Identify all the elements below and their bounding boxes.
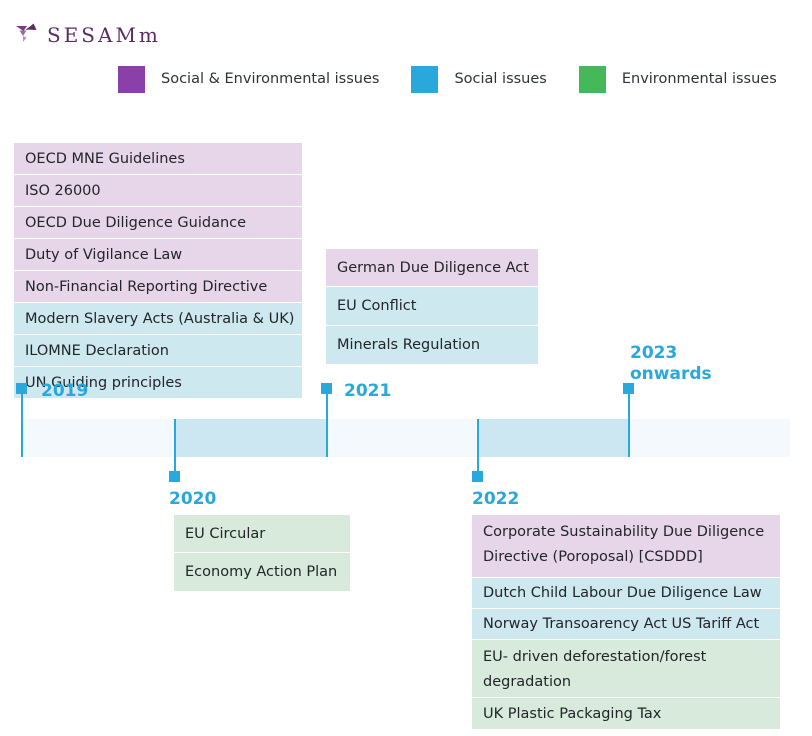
legend-label-social: Social issues <box>454 71 547 87</box>
timeline-year-2022: 2022 <box>472 489 520 509</box>
sesamm-bird-logo-icon <box>16 23 37 42</box>
event-block-2021: German Due Diligence Act EU Conflict Min… <box>326 249 538 365</box>
event-item: OECD Due Diligence Guidance <box>14 207 302 238</box>
event-item: Minerals Regulation <box>326 326 538 364</box>
event-item: Non-Financial Reporting Directive <box>14 271 302 302</box>
event-item: Duty of Vigilance Law <box>14 239 302 270</box>
timeline-connector-2023 <box>628 388 630 457</box>
legend-swatch-both <box>118 65 145 93</box>
legend-item-social: Social issues <box>411 65 547 93</box>
timeline-year-2023: 2023 onwards <box>630 343 712 384</box>
timeline-segment-2022-2023 <box>477 419 629 457</box>
event-block-2019: OECD MNE Guidelines ISO 26000 OECD Due D… <box>14 143 302 399</box>
event-item: Dutch Child Labour Due Diligence Law <box>472 578 780 608</box>
event-item: German Due Diligence Act <box>326 249 538 286</box>
event-item: EU- driven deforestation/forest degradat… <box>472 640 780 697</box>
timeline-connector-2021 <box>326 388 328 457</box>
legend-item-environmental: Environmental issues <box>578 65 777 93</box>
timeline-year-2019: 2019 <box>41 381 89 401</box>
timeline-connector-2020 <box>174 419 176 474</box>
legend-item-both: Social & Environmental issues <box>118 65 380 93</box>
event-item: ILOMNE Declaration <box>14 335 302 366</box>
legend-label-both: Social & Environmental issues <box>161 71 380 87</box>
timeline-year-2020: 2020 <box>169 489 217 509</box>
legend-swatch-social <box>411 65 439 93</box>
timeline-segment-2020-2021 <box>174 419 326 457</box>
timeline-connector-2019 <box>21 388 23 457</box>
event-item: EU Conflict <box>326 287 538 325</box>
brand-name: SESAMm <box>47 23 161 47</box>
timeline-connector-2022 <box>477 419 479 474</box>
brand-logo: SESAMm <box>14 18 161 52</box>
event-item: Economy Action Plan <box>174 553 350 591</box>
event-item: UK Plastic Packaging Tax <box>472 698 780 729</box>
event-item: Corporate Sustainability Due Diligence D… <box>472 515 780 577</box>
event-item: OECD MNE Guidelines <box>14 143 302 174</box>
event-block-2020: EU Circular Economy Action Plan <box>174 515 350 592</box>
timeline-bar <box>21 419 790 457</box>
event-item: EU Circular <box>174 515 350 552</box>
legend-label-environmental: Environmental issues <box>621 71 777 87</box>
legend-swatch-environmental <box>578 65 606 93</box>
event-item: Norway Transoarency Act US Tariff Act <box>472 609 780 639</box>
event-block-2022: Corporate Sustainability Due Diligence D… <box>472 515 780 730</box>
event-item: ISO 26000 <box>14 175 302 206</box>
timeline-year-2021: 2021 <box>344 381 392 401</box>
event-item: Modern Slavery Acts (Australia & UK) <box>14 303 302 334</box>
legend: Social & Environmental issues Social iss… <box>118 64 809 94</box>
